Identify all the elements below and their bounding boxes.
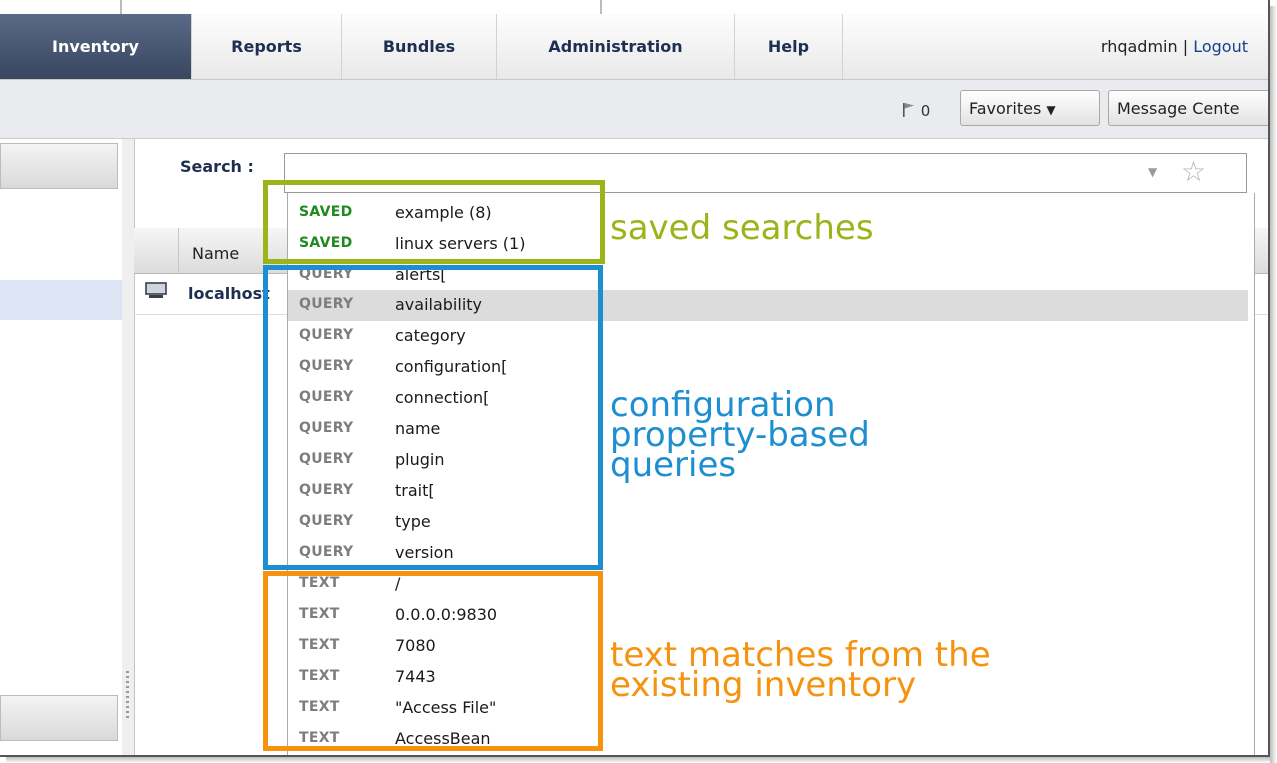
- table-row-name[interactable]: localhost: [188, 284, 270, 303]
- message-center-button[interactable]: Message Cente: [1108, 90, 1268, 126]
- user-area: rhqadmin | Logout: [1101, 14, 1248, 79]
- window-shadow: [1270, 6, 1277, 763]
- main-nav: Inventory Reports Bundles Administration…: [0, 14, 1268, 80]
- flag-icon: [903, 103, 914, 117]
- app-window: Inventory Reports Bundles Administration…: [0, 0, 1270, 757]
- message-flag[interactable]: 0: [902, 102, 930, 120]
- divider: [600, 0, 602, 14]
- splitter-grip[interactable]: [126, 671, 129, 719]
- caret-down-icon: ▼: [1046, 103, 1056, 117]
- text-matches-annotation: text matches from the existing inventory: [610, 635, 991, 705]
- queries-annotation: configuration property-based queries: [610, 385, 870, 485]
- top-strip: [0, 0, 1268, 14]
- username: rhqadmin: [1100, 37, 1178, 56]
- left-panel-header: [0, 143, 118, 189]
- chevron-down-icon[interactable]: ▼: [1148, 165, 1157, 179]
- tab-help[interactable]: Help: [735, 14, 843, 79]
- tab-inventory[interactable]: Inventory: [0, 14, 192, 79]
- divider: [120, 0, 122, 14]
- table-icon-column: [134, 228, 179, 273]
- toolbar: 0 Favorites ▼ Message Cente: [0, 80, 1268, 139]
- monitor-icon: [145, 282, 167, 298]
- left-panel-selected-row[interactable]: [0, 280, 122, 320]
- saved-searches-callout-box: [263, 180, 605, 264]
- flag-count: 0: [920, 102, 931, 120]
- text-matches-callout-box: [263, 571, 603, 751]
- queries-callout-box: [263, 265, 603, 570]
- search-label: Search :: [180, 157, 254, 176]
- separator: |: [1182, 37, 1189, 56]
- logout-link[interactable]: Logout: [1193, 37, 1248, 56]
- left-panel-footer: [0, 695, 118, 741]
- star-icon[interactable]: ☆: [1181, 156, 1206, 188]
- window-shadow: [6, 757, 1277, 763]
- tab-administration[interactable]: Administration: [497, 14, 735, 79]
- tab-reports[interactable]: Reports: [192, 14, 342, 79]
- saved-searches-annotation: saved searches: [610, 208, 874, 248]
- favorites-button[interactable]: Favorites ▼: [960, 90, 1100, 126]
- favorites-label: Favorites: [969, 99, 1042, 118]
- column-header-name[interactable]: Name: [192, 244, 239, 263]
- tab-bundles[interactable]: Bundles: [342, 14, 497, 79]
- left-panel: [0, 139, 123, 755]
